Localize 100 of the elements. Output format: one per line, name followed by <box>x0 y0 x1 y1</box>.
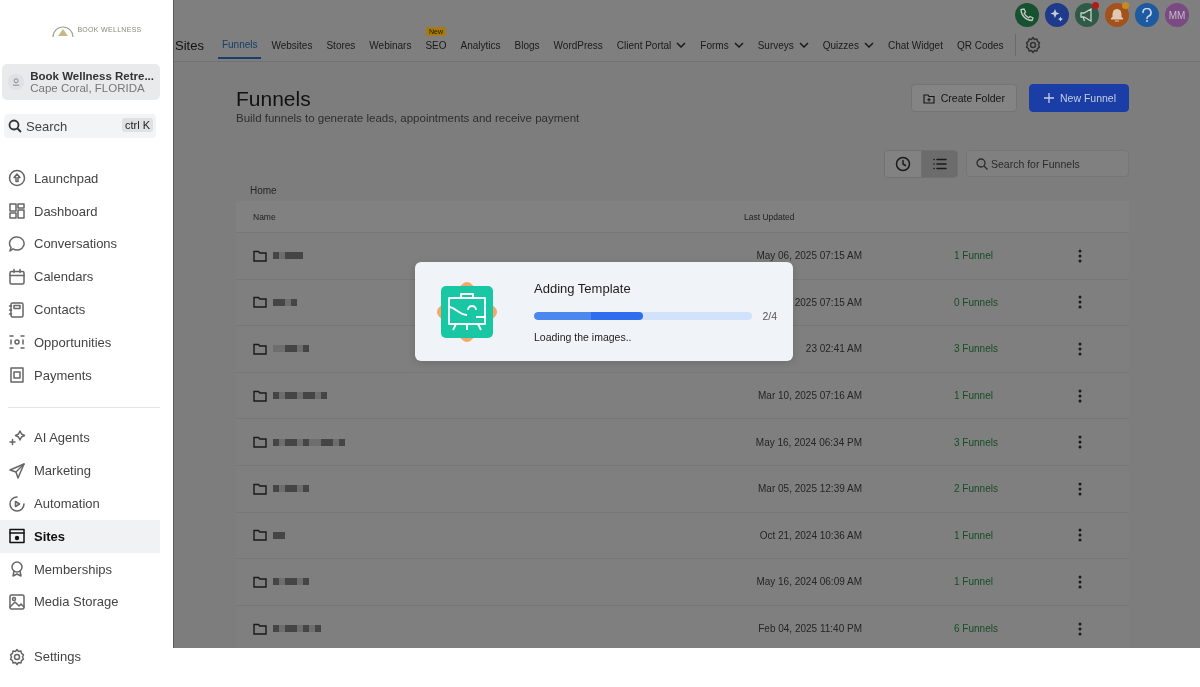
kebab-menu-icon <box>1078 435 1082 450</box>
notification-dot <box>1122 2 1129 9</box>
clock-icon <box>895 156 911 172</box>
sidebar-item[interactable]: AI Agents <box>0 421 160 455</box>
funnel-count-link[interactable]: 1 Funnel <box>954 576 1074 588</box>
sidebar-item[interactable]: Conversations <box>0 227 160 261</box>
browser-window-icon <box>8 527 26 546</box>
megaphone-button[interactable] <box>1075 3 1099 27</box>
sidebar-item[interactable]: Contacts <box>0 293 160 326</box>
redacted-name <box>273 297 297 308</box>
nav-tab[interactable]: Funnels <box>217 31 262 59</box>
sidebar-item[interactable]: Payments <box>0 358 160 392</box>
funnel-count-link[interactable]: 3 Funnels <box>954 343 1074 355</box>
kebab-menu-icon <box>1078 342 1082 356</box>
kebab-menu-icon <box>1078 295 1082 310</box>
date-cell-text: 23 02:41 AM <box>804 343 862 355</box>
search-icon <box>976 158 988 170</box>
nav-tab[interactable]: QR Codes <box>952 31 1008 59</box>
folder-icon <box>253 343 267 355</box>
page-subtitle: Build funnels to generate leads, appointments and receive payment <box>236 112 580 124</box>
redacted-name <box>273 250 303 261</box>
funnel-count-link[interactable]: 6 Funnels <box>954 623 1074 635</box>
settings-icon <box>8 647 26 666</box>
account-switcher[interactable]: Book Wellness Retre... Cape Coral, FLORIDA <box>2 64 160 100</box>
folder-icon <box>253 622 267 635</box>
phone-button[interactable] <box>1015 3 1039 27</box>
date-cell-text: 2025 07:15 AM <box>793 296 862 308</box>
settings-icon[interactable] <box>1023 36 1042 54</box>
nav-tab[interactable]: Analytics <box>456 31 505 59</box>
funnel-count-link[interactable]: 0 Funnels <box>954 296 1074 308</box>
sidebar-item[interactable]: Memberships <box>0 552 160 586</box>
sidebar-item[interactable]: Sites <box>0 519 160 553</box>
nav-tab[interactable]: WordPress <box>549 31 607 59</box>
settings-link[interactable]: Settings <box>0 640 160 673</box>
megaphone-icon <box>1080 8 1094 22</box>
sidebar-item[interactable]: Marketing <box>0 454 160 488</box>
award-ribbon-icon <box>8 560 26 579</box>
redacted-name <box>273 390 327 401</box>
section-title: Sites <box>175 37 204 53</box>
funnel-count-link[interactable]: 1 Funnel <box>954 390 1074 402</box>
nav-tab[interactable]: Client Portal <box>612 31 691 59</box>
column-header: Name <box>252 211 277 222</box>
chevron-down-icon <box>863 42 874 48</box>
nav-tab[interactable]: Blogs <box>510 31 544 59</box>
date-cell-text: Oct 21, 2024 10:36 AM <box>758 529 862 541</box>
paper-plane-icon <box>8 461 26 480</box>
column-header: Last Updated <box>744 211 796 222</box>
redacted-name <box>273 623 321 634</box>
kebab-menu-icon <box>1078 574 1082 589</box>
date-cell-text: May 16, 2024 06:09 AM <box>755 576 862 588</box>
search-icon <box>8 119 22 133</box>
search-field[interactable]: Search for Funnels <box>966 150 1129 177</box>
account-location: Cape Coral, FLORIDA <box>30 82 146 94</box>
folder-icon <box>253 296 267 309</box>
nav-tab[interactable]: Forms <box>696 31 748 59</box>
contact-book-icon <box>8 300 26 319</box>
sidebar-item[interactable]: Media Storage <box>0 585 160 619</box>
sparkle-button[interactable] <box>1045 3 1069 27</box>
nav-tab[interactable]: Surveys <box>753 31 813 59</box>
progress-count: 2/4 <box>762 309 777 322</box>
nav-tab[interactable]: Chat Widget <box>883 31 947 59</box>
nav-tab[interactable]: Websites <box>267 31 317 59</box>
create-folder-button[interactable]: Create Folder <box>910 84 1017 112</box>
sparkle-icon <box>1050 8 1064 22</box>
user-avatar[interactable]: MM <box>1165 3 1189 27</box>
chevron-down-icon <box>676 42 687 48</box>
kebab-menu-icon <box>1078 388 1082 403</box>
kebab-menu-icon <box>1078 481 1082 496</box>
redacted-name <box>273 344 309 354</box>
redacted-name <box>273 530 285 541</box>
nav-tab[interactable]: Quizzes <box>818 31 878 59</box>
account-name: Book Wellness Retre... <box>30 70 154 82</box>
chevron-down-icon <box>798 42 809 48</box>
funnel-count-link[interactable]: 1 Funnel <box>954 529 1074 541</box>
breadcrumb[interactable]: Home <box>250 185 1129 201</box>
sidebar-item[interactable]: Dashboard <box>0 194 160 228</box>
nav-tab[interactable]: Webinars <box>365 31 416 59</box>
sidebar-item[interactable]: Opportunities <box>0 326 160 359</box>
help-button[interactable] <box>1135 3 1159 27</box>
sidebar-item[interactable]: Calendars <box>0 260 160 294</box>
notification-dot <box>1092 2 1099 9</box>
folder-icon <box>253 482 267 495</box>
play-circle-icon <box>8 494 26 513</box>
nav-tab[interactable]: Stores <box>322 31 360 59</box>
funnel-count-link[interactable]: 3 Funnels <box>954 436 1074 448</box>
sidebar-item[interactable]: Launchpad <box>0 162 160 195</box>
view-toggle-button[interactable] <box>921 151 957 177</box>
bell-button[interactable] <box>1105 3 1129 27</box>
kebab-menu-icon <box>1078 528 1082 543</box>
view-toggle-button[interactable] <box>885 151 921 177</box>
dashboard-icon <box>8 202 26 221</box>
date-cell-text: May 16, 2024 06:34 PM <box>754 436 862 448</box>
page-title: Funnels <box>236 87 312 111</box>
list-icon <box>931 156 948 172</box>
funnel-count-link[interactable]: 2 Funnels <box>954 483 1074 495</box>
sidebar-item[interactable]: Automation <box>0 487 160 520</box>
redacted-name <box>273 483 309 494</box>
funnel-count-link[interactable]: 1 Funnel <box>954 250 1074 262</box>
new-funnel-button[interactable]: New Funnel <box>1028 84 1129 112</box>
dialog-title: Adding Template <box>534 280 632 296</box>
